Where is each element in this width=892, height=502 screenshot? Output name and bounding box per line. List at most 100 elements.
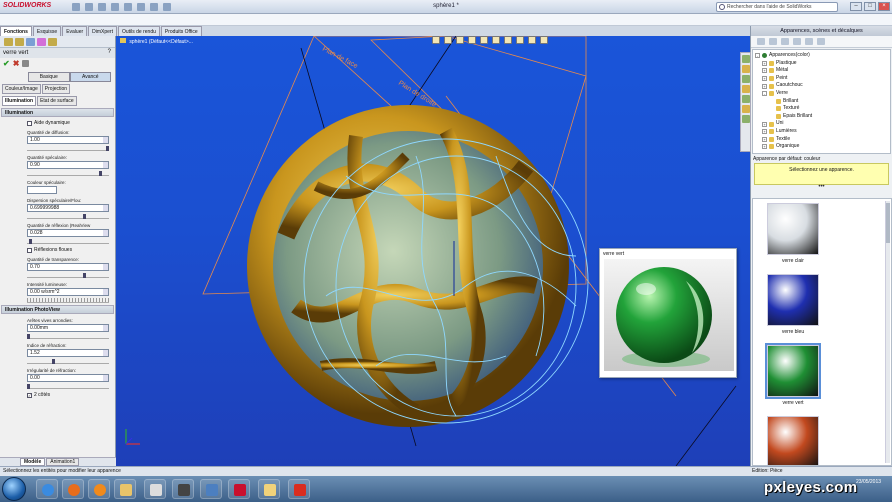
back-icon[interactable] <box>757 38 765 45</box>
tab-produits-office[interactable]: Produits Office <box>160 26 202 36</box>
taskbar-camera[interactable] <box>172 479 194 499</box>
tree-toggle-icon[interactable]: + <box>762 83 767 89</box>
feature-manager-icon[interactable] <box>4 38 13 46</box>
graphics-viewport[interactable]: Plan de face Plan de droite sphère1 (Déf… <box>116 36 750 466</box>
aretes-slider[interactable] <box>27 334 109 339</box>
tab-projection[interactable]: Projection <box>41 84 71 94</box>
swatch-verre-clair[interactable] <box>767 203 819 255</box>
advanced-mode-button[interactable]: Avancé <box>69 72 111 82</box>
appearances-tab-icon[interactable] <box>742 95 750 103</box>
checkbox-box[interactable] <box>27 120 32 126</box>
tab-illumination[interactable]: Illumination <box>2 96 37 106</box>
home-icon[interactable] <box>781 38 789 45</box>
couleur-speculaire-swatch[interactable] <box>27 186 57 194</box>
swatch-verre-orange[interactable] <box>767 416 819 465</box>
checkbox-box[interactable] <box>27 247 32 253</box>
dispersion-slider[interactable] <box>27 214 109 219</box>
swatch-verre-bleu[interactable] <box>767 274 819 326</box>
file-explorer-tab-icon[interactable] <box>742 75 750 83</box>
taskbar-mail[interactable] <box>258 479 280 499</box>
tab-modele[interactable]: Modèle <box>20 458 46 466</box>
slider-thumb[interactable] <box>27 384 30 389</box>
add-folder-icon[interactable] <box>805 38 813 45</box>
spin-icon[interactable] <box>103 205 108 211</box>
tree-item[interactable]: + Plastique <box>755 60 888 68</box>
diffusion-slider[interactable] <box>27 146 109 151</box>
forward-icon[interactable] <box>769 38 777 45</box>
reflexion-input[interactable]: 0.028 <box>27 229 109 237</box>
gallery-item-verre-clair[interactable]: verre clair <box>767 203 819 264</box>
slider-thumb[interactable] <box>27 334 30 339</box>
slider-thumb[interactable] <box>82 273 86 278</box>
tree-item[interactable]: Brillant <box>755 98 888 106</box>
ok-button[interactable]: ✔ <box>3 59 10 68</box>
tree-item[interactable]: + Organique <box>755 143 888 151</box>
slider-thumb[interactable] <box>51 359 55 364</box>
hide-show-icon[interactable] <box>504 36 512 44</box>
tab-esquisse[interactable]: Esquisse <box>32 26 62 36</box>
transparence-input[interactable]: 0.70 <box>27 263 109 271</box>
aide-dynamique-checkbox[interactable]: Aide dynamique <box>0 120 115 126</box>
tree-toggle-icon[interactable]: + <box>762 136 767 142</box>
zoom-area-icon[interactable] <box>444 36 452 44</box>
tab-fonctions[interactable]: Fonctions <box>0 26 32 36</box>
tab-couleur-image[interactable]: Couleur/Image <box>2 84 41 94</box>
slider-thumb[interactable] <box>99 171 103 176</box>
gallery-item-verre-bleu[interactable]: verre bleu <box>767 274 819 335</box>
edit-appearance-icon[interactable] <box>516 36 524 44</box>
spin-icon[interactable] <box>103 350 108 356</box>
tree-toggle-icon[interactable]: + <box>762 76 767 82</box>
taskbar-solidworks[interactable] <box>228 479 250 499</box>
slider-thumb[interactable] <box>29 239 33 244</box>
property-manager-icon[interactable] <box>15 38 24 46</box>
tab-outils-rendu[interactable]: Outils de rendu <box>117 26 160 36</box>
view-palette-tab-icon[interactable] <box>742 85 750 93</box>
pin-icon[interactable] <box>22 60 30 67</box>
cancel-button[interactable]: ✖ <box>13 59 20 68</box>
scroll-thumb[interactable] <box>886 203 890 243</box>
spin-icon[interactable] <box>103 325 108 331</box>
scene-icon[interactable] <box>528 36 536 44</box>
start-button[interactable] <box>2 477 26 501</box>
tab-dimxpert[interactable]: DimXpert <box>88 26 117 36</box>
spin-icon[interactable] <box>103 264 108 270</box>
aretes-input[interactable]: 0.00mm <box>27 324 109 332</box>
tree-item[interactable]: - Apparences(color) <box>755 52 888 60</box>
help-search-input[interactable]: Rechercher dans l'aide de SolidWorks <box>716 2 838 12</box>
diffusion-input[interactable]: 1.00 <box>27 136 109 144</box>
tree-item[interactable]: + Métal <box>755 67 888 75</box>
tree-item[interactable]: Texturé <box>755 105 888 113</box>
speculaire-input[interactable]: 0.90 <box>27 161 109 169</box>
basic-mode-button[interactable]: Basique <box>28 72 70 82</box>
taskbar-ie[interactable] <box>36 479 58 499</box>
system-clock[interactable]: 23/05/2013 <box>856 479 881 486</box>
tree-toggle-icon[interactable]: + <box>762 68 767 74</box>
plan-de-droite-label[interactable]: Plan de droite <box>397 80 437 109</box>
previous-view-icon[interactable] <box>456 36 464 44</box>
view-orientation-icon[interactable] <box>480 36 488 44</box>
display-style-icon[interactable] <box>492 36 500 44</box>
taskbar-pdf[interactable] <box>288 479 310 499</box>
tree-toggle-icon[interactable]: - <box>762 91 767 97</box>
transparence-slider[interactable] <box>27 273 109 278</box>
refraction-input[interactable]: 1.52 <box>27 349 109 357</box>
tree-toggle-icon[interactable]: + <box>762 121 767 127</box>
tree-toggle-icon[interactable]: + <box>762 129 767 135</box>
spin-icon[interactable] <box>103 137 108 143</box>
close-button[interactable]: × <box>878 2 890 11</box>
zoom-fit-icon[interactable] <box>432 36 440 44</box>
tree-item[interactable]: + Textile <box>755 136 888 144</box>
maximize-button[interactable]: □ <box>864 2 876 11</box>
tree-item[interactable]: Epais Brillant <box>755 113 888 121</box>
feature-tree-flyout[interactable]: sphère1 (Défaut<<Défaut>... <box>120 38 193 45</box>
display-manager-icon[interactable] <box>48 38 57 46</box>
gallery-item-verre-vert[interactable]: verre vert <box>765 343 821 406</box>
gallery-scrollbar[interactable] <box>885 201 890 463</box>
tree-item[interactable]: + Lumières <box>755 128 888 136</box>
reflexion-slider[interactable] <box>27 239 109 244</box>
view-settings-icon[interactable] <box>540 36 548 44</box>
help-icon[interactable]: ? <box>108 49 111 55</box>
tree-toggle-icon[interactable]: - <box>755 53 760 59</box>
taskbar-media-player[interactable] <box>88 479 110 499</box>
spin-icon[interactable] <box>103 289 108 295</box>
